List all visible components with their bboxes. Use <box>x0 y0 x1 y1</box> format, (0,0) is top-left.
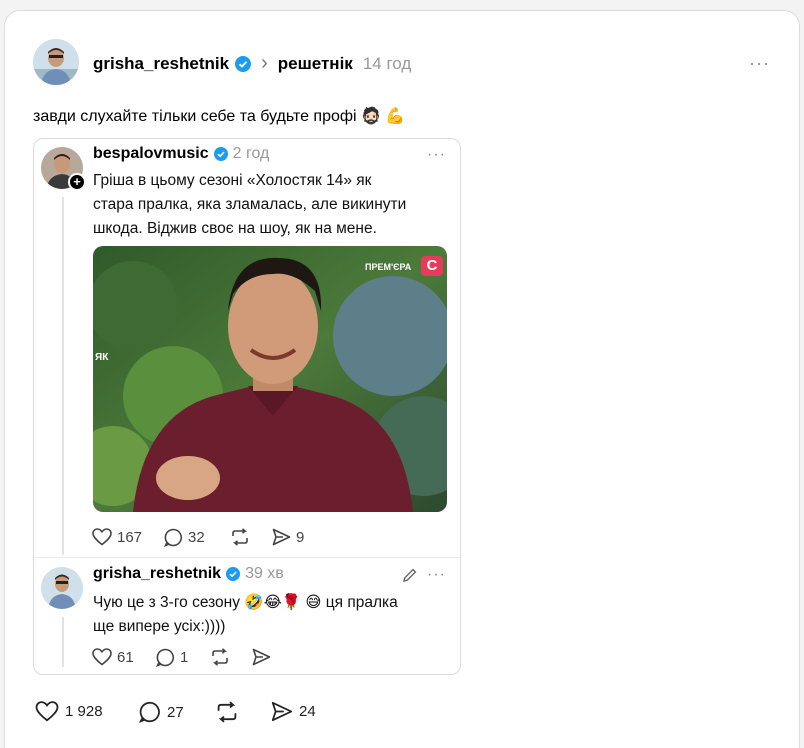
send-icon <box>272 528 291 546</box>
reply-time: 39 хв <box>245 565 284 582</box>
more-options-icon[interactable]: ··· <box>749 53 770 74</box>
reply-repost-button[interactable] <box>210 648 230 666</box>
reply-author-avatar[interactable] <box>41 567 83 609</box>
reply-thread-line <box>62 617 64 667</box>
repost-icon <box>212 648 228 666</box>
verified-icon <box>226 567 241 581</box>
verified-icon <box>235 55 252 72</box>
main-reply-count: 27 <box>167 703 184 721</box>
reply-reply-count: 1 <box>180 649 189 666</box>
reply-more-icon[interactable]: ··· <box>427 566 446 584</box>
reply-like-count: 61 <box>117 648 134 666</box>
reply-count: 32 <box>188 529 205 546</box>
reply-button[interactable]: 32 <box>164 528 205 547</box>
comment-icon <box>164 528 182 547</box>
like-button[interactable]: 167 <box>92 528 142 546</box>
share-button[interactable]: 9 <box>272 528 304 546</box>
reply-author-name[interactable]: grisha_reshetnik <box>93 565 221 583</box>
comment-icon <box>156 648 174 667</box>
quoted-post[interactable]: + bespalovmusic 2 год ··· Гріша в цьому … <box>33 138 461 675</box>
main-share-count: 24 <box>299 703 316 720</box>
repost-icon <box>217 701 237 723</box>
chevron-right-icon: › <box>261 52 268 74</box>
main-like-count: 1 928 <box>65 703 103 720</box>
edit-pencil-icon[interactable] <box>402 567 418 583</box>
main-repost-button[interactable] <box>215 701 239 723</box>
heart-icon <box>92 648 112 666</box>
post-time: 14 год <box>362 53 412 73</box>
video-thumbnail[interactable]: ПРЕМ'ЄРА С ЯК <box>93 246 447 512</box>
channel-badge: ПРЕМ'ЄРА <box>365 262 412 272</box>
repost-button[interactable] <box>230 528 250 546</box>
divider <box>34 557 460 558</box>
heart-icon <box>92 528 112 546</box>
channel-logo: С <box>421 256 443 276</box>
thread-line <box>62 197 64 555</box>
main-reply-button[interactable]: 27 <box>139 701 184 723</box>
repost-icon <box>232 528 248 546</box>
quoted-text: Гріша в цьому сезоні «Холостяк 14» як ст… <box>93 172 407 237</box>
like-count: 167 <box>117 528 143 546</box>
follow-plus-icon[interactable]: + <box>68 173 86 191</box>
reply-reply-button[interactable]: 1 <box>156 648 188 667</box>
quoted-time: 2 год <box>232 145 270 162</box>
reply-share-button[interactable] <box>252 648 271 666</box>
author-avatar[interactable] <box>33 39 79 85</box>
heart-icon <box>35 701 59 722</box>
author-name[interactable]: grisha_reshetnik <box>93 54 229 74</box>
comment-icon <box>139 701 160 723</box>
verified-icon <box>213 147 228 161</box>
main-share-button[interactable]: 24 <box>271 701 316 722</box>
video-image <box>93 246 447 512</box>
video-watermark: ЯК <box>95 352 109 363</box>
send-icon <box>271 701 293 722</box>
post-card: grisha_reshetnik › решетнік 14 год ··· з… <box>4 10 800 748</box>
reply-like-button[interactable]: 61 <box>92 648 134 666</box>
reply-text: Чую це з 3-го сезону 🤣😂🌹 😅 ця пралка ще … <box>93 594 398 635</box>
quoted-author-name[interactable]: bespalovmusic <box>93 145 209 163</box>
post-text: завди слухайте тільки себе та будьте про… <box>33 108 406 125</box>
topic-link[interactable]: решетнік <box>278 54 353 74</box>
main-like-button[interactable]: 1 928 <box>35 701 103 722</box>
send-icon <box>252 648 271 666</box>
share-count: 9 <box>296 528 305 546</box>
quoted-more-icon[interactable]: ··· <box>427 146 446 164</box>
